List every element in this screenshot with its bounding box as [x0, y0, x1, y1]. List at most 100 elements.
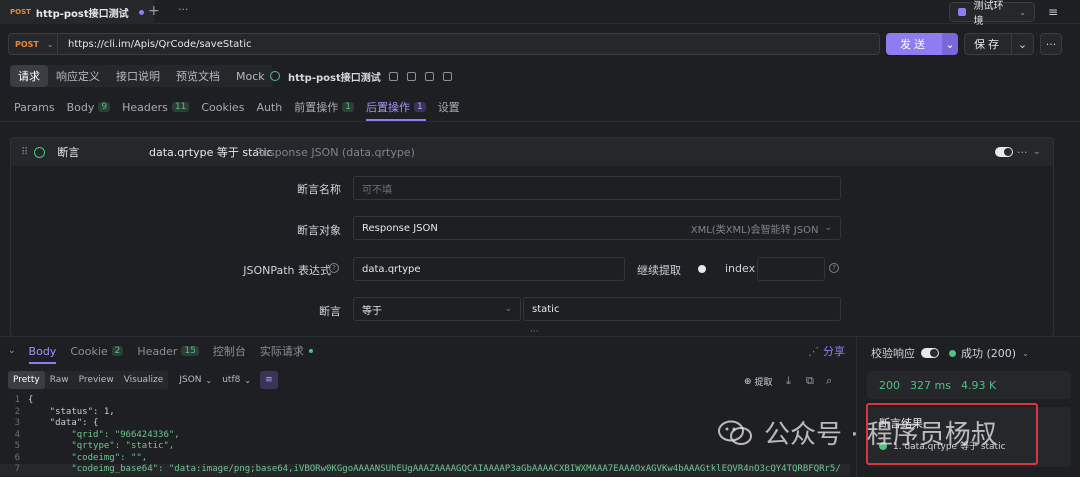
tab-http-post[interactable]: POST http-post接口测试 — [0, 0, 154, 24]
copy-icon[interactable] — [406, 71, 416, 81]
watermark-text: 公众号 · 程序员杨叔 — [764, 420, 997, 450]
format-type-value: JSON — [179, 375, 202, 385]
share-icon: ⋰ — [808, 344, 819, 358]
new-tab-icon[interactable]: + — [148, 3, 160, 19]
chevron-down-icon: ⌄ — [244, 375, 252, 385]
assert-operator-select[interactable]: 等于 ⌄ — [353, 297, 521, 321]
mode-tab-preview[interactable]: 预览文档 — [168, 65, 228, 87]
divider — [0, 121, 1080, 122]
resp-tab-body[interactable]: Body — [22, 345, 64, 364]
format-visualize[interactable]: Visualize — [119, 371, 169, 389]
help-icon[interactable]: ? — [829, 263, 839, 273]
line-number: 7 — [14, 464, 20, 474]
validate-status[interactable]: 成功 (200) — [961, 345, 1016, 361]
req-tab-label: Body — [66, 100, 95, 114]
wechat-icon — [718, 420, 752, 445]
validate-label: 校验响应 — [871, 347, 915, 360]
save-options-chevron-icon[interactable]: ⌄ — [1012, 33, 1034, 55]
url-input[interactable]: https://cli.im/Apis/QrCode/saveStatic — [58, 33, 880, 55]
assertion-name-label: 断言名称 — [297, 183, 341, 196]
resp-tab-label: 实际请求 — [259, 345, 304, 358]
wrap-lines-icon[interactable]: ≡ — [260, 371, 278, 389]
req-tab-badge: 9 — [98, 102, 111, 112]
line-text: "qrid": "966424336", — [28, 429, 180, 440]
environment-select[interactable]: 测试环境 ⌄ — [949, 1, 1035, 27]
extract-label: 提取 — [754, 378, 773, 388]
status-code: 200 — [879, 378, 900, 392]
validate-toggle[interactable] — [921, 348, 939, 358]
format-preview[interactable]: Preview — [74, 371, 119, 389]
mode-tab-response-def[interactable]: 响应定义 — [48, 65, 108, 87]
mode-tabs: 请求 响应定义 接口说明 预览文档 Mock — [10, 65, 273, 87]
req-tab-body[interactable]: Body 9 — [61, 96, 117, 118]
assertion-enable-toggle[interactable] — [995, 147, 1013, 157]
more-tabs-icon[interactable]: ··· — [178, 3, 189, 16]
continue-extract-label: 继续提取 — [637, 264, 681, 277]
format-bar: Pretty Raw Preview Visualize JSON ⌄ utf8 ⌄… — [8, 371, 278, 389]
req-tab-settings[interactable]: 设置 — [432, 96, 466, 118]
response-size: 4.93 K — [960, 378, 997, 392]
response-time: 327 ms — [910, 378, 951, 392]
resp-tab-actual-request[interactable]: 实际请求 — [253, 343, 320, 359]
send-options-chevron-icon[interactable]: ⌄ — [942, 33, 958, 55]
check-circle-icon[interactable] — [34, 146, 46, 158]
assertion-name-input[interactable]: 可不填 — [353, 176, 841, 200]
assertion-target-select[interactable]: Response JSON XML(类XML)会智能转 JSON ⌄ — [353, 216, 841, 240]
assertion-header[interactable]: ⠿ 断言 data.qrtype 等于 static Response JSON… — [11, 138, 1053, 166]
more-options-icon[interactable]: ··· — [1040, 33, 1062, 55]
hamburger-menu-icon[interactable]: ≡ — [1042, 2, 1064, 22]
mode-tab-request[interactable]: 请求 — [10, 65, 48, 87]
expected-value: static — [532, 303, 560, 315]
req-tab-badge: 1 — [342, 102, 354, 112]
collapse-chevron-icon[interactable]: ⌄ — [1033, 147, 1041, 157]
expected-value-input[interactable]: static — [523, 297, 841, 321]
method-select[interactable]: POST ⌄ — [8, 33, 58, 55]
search-icon[interactable]: ⌕ — [826, 374, 832, 388]
share-button[interactable]: ⋰ 分享 — [808, 343, 845, 359]
mode-tab-api-doc[interactable]: 接口说明 — [108, 65, 168, 87]
index-input[interactable] — [757, 257, 825, 281]
download-icon[interactable]: ⤓ — [786, 374, 791, 388]
panel-icon[interactable] — [442, 71, 452, 81]
more-options-icon[interactable]: ··· — [1017, 146, 1028, 159]
tab-method: POST — [10, 8, 31, 16]
help-icon[interactable]: ? — [329, 263, 339, 273]
jsonpath-input[interactable]: data.qrtype — [353, 257, 625, 281]
req-tab-post-ops[interactable]: 后置操作 1 — [360, 96, 432, 121]
drag-handle-icon[interactable]: ⠿ — [21, 147, 28, 158]
resp-tab-cookie[interactable]: Cookie 2 — [63, 345, 130, 358]
req-tab-cookies[interactable]: Cookies — [195, 96, 250, 118]
copy-icon[interactable]: ⧉ — [806, 374, 814, 388]
resp-tab-label: Header — [137, 344, 178, 358]
send-button[interactable]: 发送 — [886, 33, 942, 55]
jsonpath-label: JSONPath 表达式 — [243, 264, 331, 277]
req-tab-params[interactable]: Params — [8, 96, 61, 118]
encoding-select[interactable]: utf8 ⌄ — [217, 371, 256, 389]
assertion-summary: data.qrtype 等于 static — [149, 146, 273, 159]
line-text: "codeimg": "", — [28, 452, 148, 463]
save-button[interactable]: 保存 — [964, 33, 1012, 55]
req-tab-headers[interactable]: Headers 11 — [116, 96, 195, 118]
tab-title: http-post接口测试 — [35, 8, 129, 20]
format-type-select[interactable]: JSON ⌄ — [174, 371, 217, 389]
env-icon — [958, 8, 966, 16]
req-tab-auth[interactable]: Auth — [250, 96, 288, 118]
line-number: 5 — [14, 441, 20, 451]
format-raw[interactable]: Raw — [45, 371, 74, 389]
mode-tab-mock[interactable]: Mock — [228, 65, 273, 87]
req-tab-badge: 1 — [413, 102, 426, 112]
format-pretty[interactable]: Pretty — [8, 371, 45, 389]
assertion-title: 断言 — [57, 146, 80, 159]
extract-button[interactable]: ⊕ 提取 — [744, 375, 773, 389]
link-icon[interactable] — [388, 71, 398, 81]
code-icon[interactable] — [424, 71, 434, 81]
req-tab-label: Cookies — [201, 100, 245, 114]
line-number: 4 — [14, 429, 20, 440]
resp-tab-console[interactable]: 控制台 — [206, 343, 253, 359]
req-tab-badge: 11 — [171, 102, 190, 112]
req-tab-pre-ops[interactable]: 前置操作 1 — [288, 96, 360, 118]
resp-tab-header[interactable]: Header 15 — [130, 345, 206, 358]
collapse-chevron-icon[interactable]: ⌄ — [8, 346, 16, 356]
line-text: "codeimg_base64": "data:image/png;base64… — [28, 464, 841, 474]
req-tab-label: Params — [14, 100, 55, 114]
